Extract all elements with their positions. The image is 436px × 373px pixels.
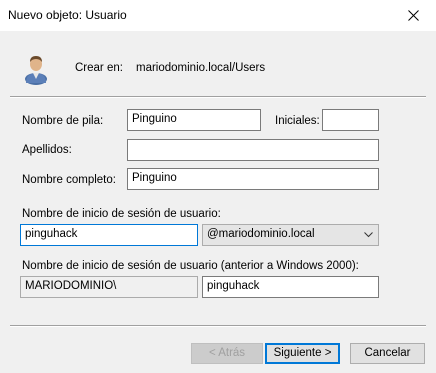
cancel-button[interactable]: Cancelar (350, 343, 425, 364)
pre2000-label: Nombre de inicio de sesión de usuario (a… (22, 260, 359, 272)
first-name-field[interactable]: Pinguino (127, 109, 261, 131)
logon-name-field[interactable]: pinguhack (20, 224, 198, 246)
footer-separator (10, 325, 426, 327)
pre2000-name-field[interactable]: pinguhack (202, 276, 379, 298)
initials-label: Iniciales: (275, 115, 320, 127)
dialog-body: Crear en: mariodominio.local/Users Nombr… (0, 31, 436, 373)
full-name-label: Nombre completo: (22, 174, 116, 186)
pre2000-domain-field: MARIODOMINIO\ (20, 276, 198, 298)
first-name-label: Nombre de pila: (22, 115, 104, 127)
back-button[interactable]: < Atrás (191, 343, 263, 364)
full-name-field[interactable]: Pinguino (127, 168, 379, 190)
next-button[interactable]: Siguiente > (265, 343, 340, 364)
domain-suffix-select[interactable]: @mariodominio.local (202, 224, 379, 246)
initials-field[interactable] (322, 109, 379, 131)
last-name-label: Apellidos: (22, 144, 72, 156)
close-icon (407, 10, 419, 21)
last-name-field[interactable] (127, 139, 379, 161)
create-in-value: mariodominio.local/Users (136, 62, 266, 74)
logon-name-label: Nombre de inicio de sesión de usuario: (22, 208, 221, 220)
user-icon (25, 56, 47, 85)
title-bar: Nuevo objeto: Usuario (0, 0, 436, 31)
chevron-down-icon (364, 232, 373, 238)
window-title: Nuevo objeto: Usuario (8, 8, 127, 22)
header-separator (10, 96, 426, 98)
create-in-label: Crear en: (75, 62, 123, 74)
close-button[interactable] (390, 0, 436, 31)
domain-suffix-value: @mariodominio.local (207, 228, 315, 240)
